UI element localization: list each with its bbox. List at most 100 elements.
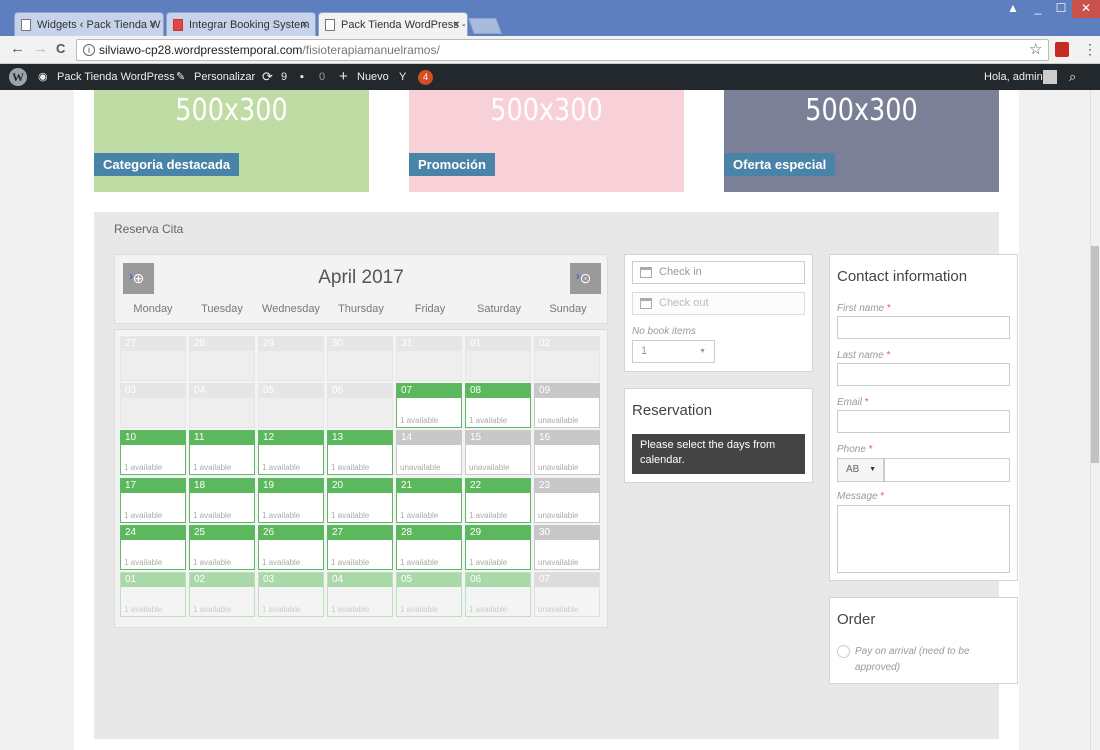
banner-label[interactable]: Categoria destacada bbox=[94, 153, 240, 176]
calendar-day-cell[interactable]: 30 unavailable bbox=[534, 524, 600, 570]
info-icon[interactable]: i bbox=[83, 44, 95, 56]
day-number: 27 bbox=[121, 337, 185, 351]
calendar-day-cell[interactable]: 20 1 available bbox=[327, 477, 393, 523]
pay-on-arrival-label[interactable]: Pay on arrival (need to be approved) bbox=[855, 644, 1005, 676]
greeting-link[interactable]: Hola, admin bbox=[984, 64, 1043, 90]
checkout-placeholder: Check out bbox=[659, 297, 709, 309]
calendar-day-cell[interactable]: 11 1 available bbox=[189, 430, 255, 476]
site-name-link[interactable]: Pack Tienda WordPress bbox=[57, 64, 175, 90]
day-number: 16 bbox=[535, 431, 599, 446]
wordpress-logo-icon[interactable]: W bbox=[9, 68, 27, 86]
address-bar[interactable]: i silviawo-cp28.wordpresstemporal.com/fi… bbox=[76, 39, 1049, 61]
day-availability: 1 available bbox=[469, 605, 508, 614]
checkin-input[interactable]: Check in bbox=[632, 261, 805, 284]
tab-close-icon[interactable]: × bbox=[301, 17, 308, 31]
day-availability: 1 available bbox=[262, 605, 301, 614]
banner-label[interactable]: Oferta especial bbox=[724, 153, 836, 176]
banner-featured-category[interactable]: 500x300 Categoria destacada bbox=[94, 90, 369, 192]
required-marker: * bbox=[887, 303, 891, 314]
banner-special-offer[interactable]: 500x300 Oferta especial bbox=[724, 90, 999, 192]
calendar-day-cell[interactable]: 01 1 available bbox=[120, 572, 186, 617]
calendar-day-cell[interactable]: 25 1 available bbox=[189, 524, 255, 570]
phone-field[interactable] bbox=[884, 458, 1010, 482]
calendar-day-cell[interactable]: 09 unavailable bbox=[534, 383, 600, 429]
day-availability: 1 available bbox=[193, 463, 232, 473]
email-field[interactable] bbox=[837, 410, 1010, 433]
day-availability: 1 available bbox=[331, 510, 370, 520]
new-tab-button[interactable] bbox=[468, 18, 502, 34]
updates-icon[interactable]: ⟳ bbox=[262, 64, 273, 90]
yoast-icon[interactable]: Y bbox=[399, 64, 406, 90]
avatar[interactable] bbox=[1043, 70, 1057, 84]
scrollbar-thumb[interactable] bbox=[1091, 246, 1099, 463]
tab-close-icon[interactable]: × bbox=[453, 17, 460, 31]
phone-country-code: AB bbox=[846, 464, 860, 475]
comments-icon[interactable]: ▪ bbox=[300, 64, 304, 90]
calendar-day-cell[interactable]: 12 1 available bbox=[258, 430, 324, 476]
day-availability: unavailable bbox=[538, 557, 579, 567]
calendar-day-cell[interactable]: 21 1 available bbox=[396, 477, 462, 523]
calendar-day-cell[interactable]: 04 1 available bbox=[327, 572, 393, 617]
tab-title: Integrar Booking System bbox=[189, 18, 310, 31]
customize-link[interactable]: Personalizar bbox=[194, 64, 255, 90]
bookmark-star-icon[interactable]: ☆ bbox=[1029, 40, 1042, 58]
calendar-day-cell: 03 bbox=[120, 383, 186, 429]
tab-widgets[interactable]: Widgets ‹ Pack Tienda W × bbox=[14, 12, 164, 36]
quantity-select[interactable]: 1 ▼ bbox=[632, 340, 715, 363]
calendar-day-cell[interactable]: 10 1 available bbox=[120, 430, 186, 476]
tab-close-icon[interactable]: × bbox=[149, 17, 156, 31]
calendar-day-cell[interactable]: 03 1 available bbox=[258, 572, 324, 617]
calendar-day-cell: 29 bbox=[258, 336, 324, 381]
tab-booking-system[interactable]: Integrar Booking System × bbox=[166, 12, 316, 36]
next-month-button[interactable]: › ⊙ bbox=[570, 263, 601, 294]
calendar-day-cell[interactable]: 14 unavailable bbox=[396, 430, 462, 476]
new-link[interactable]: Nuevo bbox=[357, 64, 389, 90]
maximize-button[interactable]: ☐ bbox=[1050, 0, 1072, 18]
banner-promotion[interactable]: 500x300 Promoción bbox=[409, 90, 684, 192]
user-profile-icon[interactable]: ▲ bbox=[1003, 0, 1023, 18]
close-window-button[interactable]: ✕ bbox=[1072, 0, 1100, 18]
checkout-input[interactable]: Check out bbox=[632, 292, 805, 315]
first-name-field[interactable] bbox=[837, 316, 1010, 339]
pdf-extension-icon[interactable] bbox=[1055, 42, 1069, 57]
search-icon[interactable]: ⌕ bbox=[1069, 64, 1076, 90]
calendar-day-cell[interactable]: 29 1 available bbox=[465, 524, 531, 570]
calendar-day-cell[interactable]: 07 unavailable bbox=[534, 572, 600, 617]
reload-button[interactable]: C bbox=[56, 41, 65, 56]
calendar-day-cell: 31 bbox=[396, 336, 462, 381]
calendar-day-cell[interactable]: 05 1 available bbox=[396, 572, 462, 617]
calendar-day-cell[interactable]: 08 1 available bbox=[465, 383, 531, 429]
calendar-day-cell[interactable]: 22 1 available bbox=[465, 477, 531, 523]
weekday-label: Saturday bbox=[476, 303, 522, 315]
calendar-day-cell[interactable]: 07 1 available bbox=[396, 383, 462, 429]
calendar-day-cell[interactable]: 24 1 available bbox=[120, 524, 186, 570]
forward-button[interactable]: → bbox=[33, 40, 48, 57]
day-availability: 1 available bbox=[331, 463, 370, 473]
minimize-button[interactable]: _ bbox=[1026, 0, 1050, 18]
day-availability: unavailable bbox=[469, 463, 510, 473]
calendar-day-cell[interactable]: 23 unavailable bbox=[534, 477, 600, 523]
calendar-day-cell[interactable]: 02 1 available bbox=[189, 572, 255, 617]
phone-country-select[interactable]: AB ▼ bbox=[837, 458, 884, 482]
last-name-field[interactable] bbox=[837, 363, 1010, 386]
calendar-day-cell[interactable]: 26 1 available bbox=[258, 524, 324, 570]
day-number: 13 bbox=[328, 431, 392, 446]
pay-on-arrival-radio[interactable] bbox=[837, 645, 850, 658]
calendar-day-cell[interactable]: 16 unavailable bbox=[534, 430, 600, 476]
calendar-day-cell[interactable]: 18 1 available bbox=[189, 477, 255, 523]
calendar-day-cell[interactable]: 27 1 available bbox=[327, 524, 393, 570]
calendar-day-cell[interactable]: 15 unavailable bbox=[465, 430, 531, 476]
url-path: /fisioterapiamanuelramos/ bbox=[302, 43, 440, 57]
calendar-day-cell[interactable]: 28 1 available bbox=[396, 524, 462, 570]
message-textarea[interactable] bbox=[837, 505, 1010, 573]
chrome-menu-icon[interactable]: ⋮ bbox=[1083, 41, 1097, 58]
day-availability: unavailable bbox=[538, 605, 579, 614]
back-button[interactable]: ← bbox=[10, 40, 25, 57]
calendar-day-cell[interactable]: 13 1 available bbox=[327, 430, 393, 476]
calendar-day-cell[interactable]: 17 1 available bbox=[120, 477, 186, 523]
calendar-day-cell[interactable]: 06 1 available bbox=[465, 572, 531, 617]
day-number: 09 bbox=[535, 384, 599, 399]
calendar-day-cell[interactable]: 19 1 available bbox=[258, 477, 324, 523]
banner-label[interactable]: Promoción bbox=[409, 153, 495, 176]
tab-pack-tienda[interactable]: Pack Tienda WordPress - × bbox=[318, 12, 468, 37]
